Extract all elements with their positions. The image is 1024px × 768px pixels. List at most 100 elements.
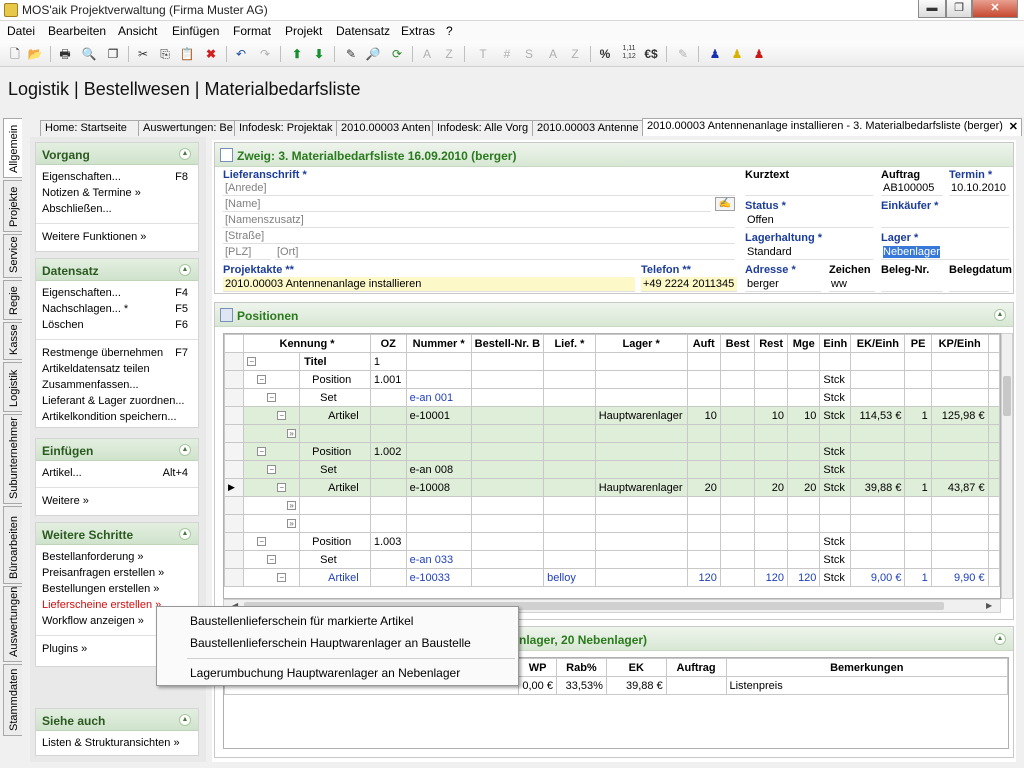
lager-field[interactable]: Nebenlager: [881, 245, 1009, 260]
telefon-field[interactable]: +49 2224 2011345: [641, 277, 737, 292]
row-indicator[interactable]: [224, 568, 245, 587]
cut-icon[interactable]: ✂: [134, 45, 152, 63]
link-nachschlagen[interactable]: Nachschlagen... *: [42, 303, 128, 315]
tree-cell[interactable]: −: [243, 460, 301, 479]
collapse-icon[interactable]: ▲: [179, 528, 191, 540]
link-bestellungen[interactable]: Bestellungen erstellen »: [42, 583, 159, 595]
edit-pencil-icon[interactable]: ✎: [342, 45, 360, 63]
scrollbar-thumb[interactable]: [1003, 376, 1011, 416]
z-format-icon[interactable]: Z: [566, 45, 584, 63]
column-header[interactable]: WP: [518, 658, 557, 677]
section-header[interactable]: Einfügen ▲: [36, 439, 198, 461]
collapse-icon[interactable]: ▲: [994, 633, 1006, 645]
collapse-icon[interactable]: ▲: [994, 309, 1006, 321]
column-header[interactable]: Bestell-Nr. B: [470, 334, 545, 353]
print-icon[interactable]: 🖶: [56, 45, 74, 63]
positions-grid[interactable]: Kennung * OZ Nummer * Bestell-Nr. B Lief…: [223, 333, 1001, 599]
menu-datei[interactable]: Datei: [7, 24, 35, 38]
plz-field[interactable]: [PLZ]: [223, 245, 271, 260]
einkaeufer-field[interactable]: [881, 213, 1009, 228]
link-bestellanforderung[interactable]: Bestellanforderung »: [42, 551, 144, 563]
tree-cell[interactable]: −: [243, 406, 301, 425]
menu-ansicht[interactable]: Ansicht: [118, 24, 157, 38]
column-header[interactable]: Rest: [754, 334, 788, 353]
vtab-kasse[interactable]: Kasse: [3, 322, 22, 360]
table-row[interactable]: − Position 1.003 Stck: [224, 532, 1000, 551]
link-lieferant-lager[interactable]: Lieferant & Lager zuordnen...: [42, 395, 184, 407]
column-header[interactable]: OZ: [369, 334, 407, 353]
tree-cell[interactable]: »: [243, 424, 301, 443]
number-format-icon[interactable]: #: [498, 45, 516, 63]
table-row[interactable]: ▶ − Artikel e-10008 Hauptwarenlager 20 20 20 Stc…: [224, 478, 1000, 497]
vtab-bueroarbeiten[interactable]: Büroarbeiten: [3, 506, 22, 584]
anrede-field[interactable]: [Anrede]: [223, 181, 735, 196]
row-indicator[interactable]: [224, 460, 245, 479]
link-weitere-funktionen[interactable]: Weitere Funktionen »: [42, 231, 146, 243]
user-yellow-icon[interactable]: ♟: [728, 45, 746, 63]
collapse-icon[interactable]: ▲: [179, 264, 191, 276]
belegdatum-field[interactable]: [949, 277, 1009, 292]
section-header[interactable]: Vorgang ▲: [36, 143, 198, 165]
column-header[interactable]: Lager *: [594, 334, 688, 353]
doc-tab-infodesk-projektakte[interactable]: Infodesk: Projektak: [234, 120, 338, 136]
menu-bearbeiten[interactable]: Bearbeiten: [48, 24, 106, 38]
link-weitere[interactable]: Weitere »: [42, 495, 89, 507]
column-header[interactable]: Einh: [819, 334, 852, 353]
copy-document-icon[interactable]: ❐: [104, 45, 122, 63]
link-abschliessen[interactable]: Abschließen...: [42, 203, 112, 215]
status-field[interactable]: Offen: [745, 213, 873, 228]
tree-cell[interactable]: −: [243, 568, 301, 587]
a-format-icon[interactable]: A: [544, 45, 562, 63]
current-row-indicator-icon[interactable]: ▶: [224, 478, 245, 497]
user-blue-icon[interactable]: ♟: [706, 45, 724, 63]
menu-extras[interactable]: Extras: [401, 24, 435, 38]
section-header[interactable]: Weitere Schritte ▲: [36, 523, 198, 545]
collapse-tree-icon[interactable]: −: [257, 375, 267, 385]
collapse-tree-icon[interactable]: −: [267, 465, 277, 475]
vtab-allgemein[interactable]: Allgemein: [3, 118, 22, 178]
tree-cell[interactable]: »: [243, 514, 301, 533]
paste-icon[interactable]: 📋: [178, 45, 196, 63]
decimals-icon[interactable]: 1,11 1,12: [620, 45, 638, 63]
new-file-icon[interactable]: 🗋: [6, 45, 24, 63]
column-header[interactable]: Auft: [686, 334, 721, 353]
table-row[interactable]: − Titel 1: [224, 352, 1000, 371]
collapse-icon[interactable]: ▲: [179, 444, 191, 456]
vtab-regie[interactable]: Regie: [3, 280, 22, 320]
column-header[interactable]: Nummer *: [405, 334, 472, 353]
column-header[interactable]: Rab%: [555, 658, 607, 677]
table-row[interactable]: »: [224, 514, 1000, 533]
collapse-tree-icon[interactable]: −: [277, 483, 287, 493]
collapse-tree-icon[interactable]: −: [267, 555, 277, 565]
row-indicator[interactable]: [224, 424, 245, 443]
link-preisanfragen[interactable]: Preisanfragen erstellen »: [42, 567, 164, 579]
link-listen-strukturansichten[interactable]: Listen & Strukturansichten »: [42, 737, 180, 749]
link-artikelkondition[interactable]: Artikelkondition speichern...: [42, 411, 177, 423]
user-red-icon[interactable]: ♟: [750, 45, 768, 63]
table-row[interactable]: − Set e-an 033 Stck: [224, 550, 1000, 569]
move-down-icon[interactable]: ⬇: [310, 45, 328, 63]
link-artikel[interactable]: Artikel...: [42, 467, 82, 479]
tree-cell[interactable]: −: [243, 442, 301, 461]
menu-projekt[interactable]: Projekt: [285, 24, 322, 38]
tree-cell[interactable]: −: [243, 388, 301, 407]
column-header[interactable]: EK/Einh: [850, 334, 906, 353]
row-indicator[interactable]: [224, 514, 245, 533]
link-zusammenfassen[interactable]: Zusammenfassen...: [42, 379, 139, 391]
link-restmenge[interactable]: Restmenge übernehmen: [42, 347, 163, 359]
vtab-subunternehmer[interactable]: Subunternehmer: [3, 414, 22, 504]
refresh-icon[interactable]: ⟳: [388, 45, 406, 63]
menu-help[interactable]: ?: [446, 24, 453, 38]
table-row[interactable]: − Artikel e-10001 Hauptwarenlager 10 10 10 Stck…: [224, 406, 1000, 425]
vtab-projekte[interactable]: Projekte: [3, 180, 22, 232]
expand-icon[interactable]: »: [287, 429, 297, 439]
row-indicator[interactable]: [224, 406, 245, 425]
column-header[interactable]: Best: [719, 334, 756, 353]
copy-icon[interactable]: ⎘: [156, 45, 174, 63]
projektakte-field[interactable]: 2010.00003 Antennenanlage installieren: [223, 277, 635, 292]
doc-tab-materialbedarfsliste[interactable]: 2010.00003 Antennenanlage installieren -…: [642, 118, 1022, 136]
row-indicator[interactable]: [224, 352, 245, 371]
vtab-auswertungen[interactable]: Auswertungen: [3, 586, 22, 662]
table-row[interactable]: − Set e-an 008 Stck: [224, 460, 1000, 479]
row-indicator[interactable]: [224, 388, 245, 407]
